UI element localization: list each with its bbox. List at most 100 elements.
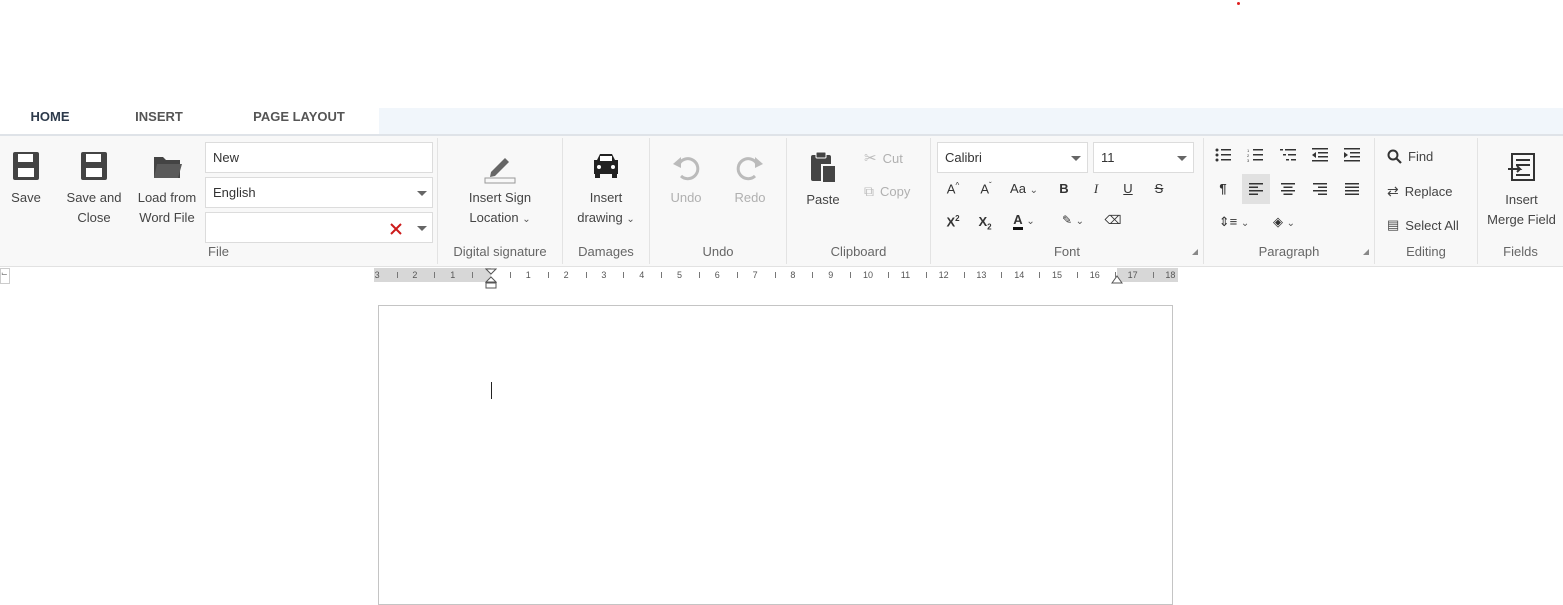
cut-button[interactable]: ✂ Cut bbox=[864, 149, 903, 167]
ruler-tick bbox=[509, 272, 511, 278]
grow-font-icon[interactable]: A^ bbox=[943, 181, 963, 196]
group-label-digital-signature: Digital signature bbox=[453, 244, 547, 259]
font-size-select[interactable]: 11 bbox=[1093, 142, 1194, 173]
align-center-icon[interactable] bbox=[1281, 183, 1295, 195]
bullet-list-icon[interactable] bbox=[1215, 148, 1231, 162]
chevron-down-icon bbox=[417, 226, 427, 231]
ruler-number: 13 bbox=[976, 270, 987, 280]
group-label-undo: Undo bbox=[702, 244, 734, 259]
decrease-indent-icon[interactable] bbox=[1312, 148, 1328, 162]
increase-indent-icon[interactable] bbox=[1344, 148, 1360, 162]
ruler-number: 2 bbox=[563, 270, 569, 280]
align-left-icon bbox=[1249, 183, 1263, 195]
floppy-disk-icon bbox=[13, 152, 39, 180]
select-all-button[interactable]: ▤ Select All bbox=[1387, 217, 1459, 233]
ruler-number: 14 bbox=[1014, 270, 1025, 280]
ruler-number: 9 bbox=[828, 270, 834, 280]
ruler-number: 2 bbox=[412, 270, 418, 280]
clipboard-icon bbox=[811, 151, 837, 184]
ruler-number: 3 bbox=[601, 270, 607, 280]
floppy-disk-icon bbox=[81, 152, 107, 180]
line-spacing-icon[interactable]: ⇕≡ ⌄ bbox=[1214, 214, 1254, 230]
ruler-tick bbox=[1152, 272, 1154, 278]
ruler-tick bbox=[434, 272, 436, 278]
tab-page-layout[interactable]: PAGE LAYOUT bbox=[240, 108, 358, 136]
show-formatting-marks-icon[interactable]: ¶ bbox=[1214, 181, 1232, 196]
ruler-number: 11 bbox=[900, 270, 911, 280]
search-icon bbox=[1387, 149, 1402, 164]
justify-icon[interactable] bbox=[1345, 183, 1359, 195]
bold-icon[interactable]: B bbox=[1056, 181, 1072, 196]
ruler-number: 1 bbox=[525, 270, 531, 280]
align-right-icon[interactable] bbox=[1313, 183, 1327, 195]
superscript-icon[interactable]: X2 bbox=[943, 214, 963, 229]
status-dot bbox=[1237, 2, 1240, 5]
select-all-icon: ▤ bbox=[1387, 217, 1400, 232]
align-left-button[interactable] bbox=[1242, 174, 1270, 204]
ruler-tick bbox=[736, 272, 738, 278]
strikethrough-icon[interactable]: S bbox=[1151, 181, 1167, 196]
language-select[interactable]: English bbox=[205, 177, 433, 208]
group-label-font: Font bbox=[1053, 244, 1080, 259]
indent-marker-icon[interactable] bbox=[485, 268, 497, 290]
underline-icon[interactable]: U bbox=[1120, 181, 1136, 196]
insert-merge-field-button[interactable]: Insert Merge Field bbox=[1480, 152, 1563, 230]
ruler-tick bbox=[812, 272, 814, 278]
document-name-input[interactable]: New bbox=[205, 142, 433, 173]
ruler-tick bbox=[963, 272, 965, 278]
ruler-number: 15 bbox=[1052, 270, 1063, 280]
numbered-list-icon[interactable]: 123 bbox=[1247, 148, 1263, 162]
group-label-clipboard: Clipboard bbox=[830, 244, 887, 259]
right-indent-marker-icon[interactable] bbox=[1111, 274, 1123, 284]
clear-formatting-icon[interactable]: ⌫ bbox=[1104, 212, 1122, 227]
subscript-icon[interactable]: X2 bbox=[975, 214, 995, 232]
svg-text:3: 3 bbox=[1247, 158, 1250, 162]
ruler-tick bbox=[698, 272, 700, 278]
tab-home[interactable]: HOME bbox=[0, 108, 100, 139]
load-from-word-file-button[interactable]: Load from Word File bbox=[131, 150, 203, 228]
italic-icon[interactable]: I bbox=[1088, 181, 1104, 197]
undo-button[interactable]: Undo bbox=[660, 152, 712, 208]
change-case-icon[interactable]: Aa ⌄ bbox=[1006, 181, 1042, 196]
replace-button[interactable]: ⇄ Replace bbox=[1387, 183, 1452, 200]
ruler-tick bbox=[850, 272, 852, 278]
copy-button[interactable]: ⧉ Copy bbox=[864, 183, 910, 200]
paragraph-shading-icon[interactable]: ◈ ⌄ bbox=[1264, 214, 1304, 230]
ruler-tick bbox=[1039, 272, 1041, 278]
ruler-number: 8 bbox=[790, 270, 796, 280]
chevron-down-icon bbox=[1177, 156, 1187, 161]
insert-drawing-button[interactable]: Insert drawing ⌄ bbox=[565, 150, 647, 230]
ribbon-tab-bar: HOME INSERT PAGE LAYOUT bbox=[0, 108, 1563, 139]
ruler-tick bbox=[1001, 272, 1003, 278]
template-combobox[interactable] bbox=[205, 212, 433, 243]
clear-icon[interactable] bbox=[390, 223, 402, 235]
ruler-tick bbox=[661, 272, 663, 278]
group-label-editing: Editing bbox=[1406, 244, 1446, 259]
document-page[interactable] bbox=[378, 305, 1173, 605]
insert-sign-location-button[interactable]: Insert Sign Location ⌄ bbox=[440, 150, 560, 230]
horizontal-ruler[interactable]: 3 2 1 1 2 3 4 5 6 7 8 9 10 11 12 13 14 15 16 17 18 bbox=[374, 268, 1178, 289]
signature-pen-icon bbox=[484, 158, 516, 184]
group-label-damages: Damages bbox=[578, 244, 634, 259]
shrink-font-icon[interactable]: Aˇ bbox=[976, 181, 996, 196]
paste-button[interactable]: Paste bbox=[798, 150, 848, 210]
save-and-close-button[interactable]: Save and Close bbox=[58, 150, 130, 228]
font-family-select[interactable]: Calibri bbox=[937, 142, 1088, 173]
ruler-tick bbox=[1076, 272, 1078, 278]
ruler-tab-selector[interactable]: ⌙ bbox=[0, 268, 10, 284]
ruler-number: 3 bbox=[374, 270, 380, 280]
font-color-icon[interactable]: A ⌄ bbox=[1006, 212, 1042, 230]
group-label-fields: Fields bbox=[1503, 244, 1538, 259]
save-button[interactable]: Save bbox=[2, 150, 50, 208]
redo-button[interactable]: Redo bbox=[724, 152, 776, 208]
ruler-tick bbox=[396, 272, 398, 278]
merge-field-icon bbox=[1507, 153, 1535, 181]
highlight-icon[interactable]: ✎ ⌄ bbox=[1055, 212, 1091, 227]
ruler-number: 7 bbox=[752, 270, 758, 280]
multilevel-list-icon[interactable] bbox=[1280, 148, 1296, 162]
ruler-tick bbox=[1114, 272, 1116, 278]
find-button[interactable]: Find bbox=[1387, 149, 1433, 164]
group-label-file: File bbox=[208, 244, 229, 259]
tab-insert[interactable]: INSERT bbox=[118, 108, 200, 136]
ruler-number: 17 bbox=[1127, 270, 1138, 280]
